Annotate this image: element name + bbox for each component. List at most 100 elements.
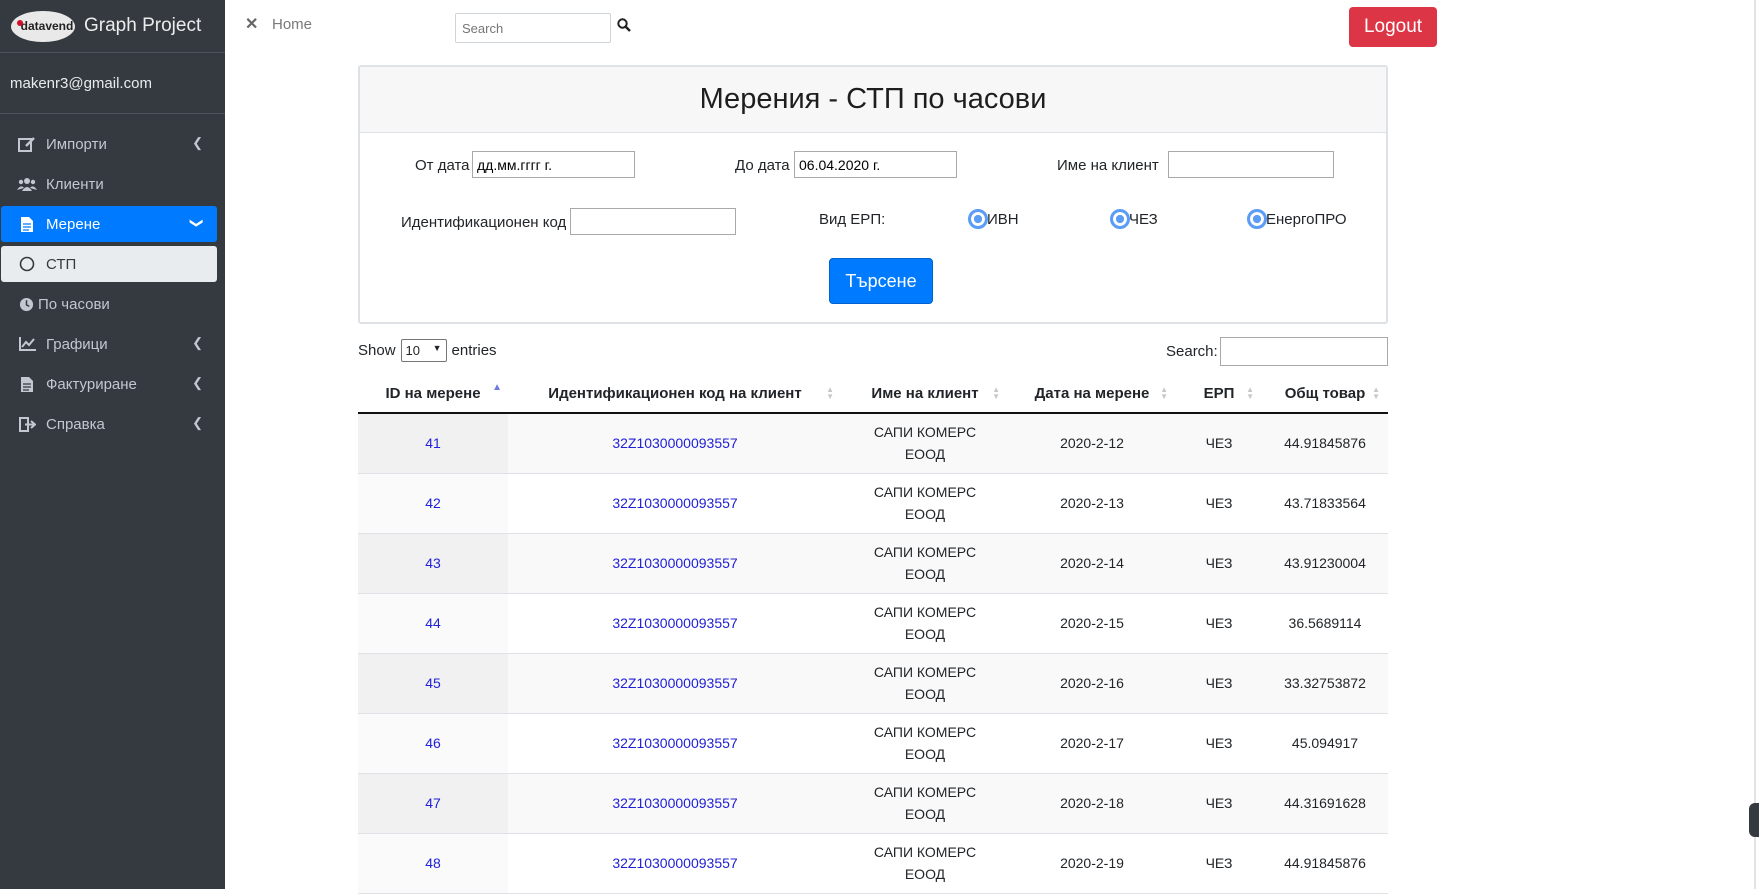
table-row: 42 32Z1030000093557 САПИ КОМЕРС ЕООД 202…	[358, 473, 1388, 534]
sidebar-item-label: По часови	[38, 295, 110, 313]
client-code-link[interactable]: 32Z1030000093557	[612, 495, 737, 511]
sidebar-item-label: Фактуриране	[46, 375, 137, 393]
measurement-id-link[interactable]: 44	[425, 615, 441, 631]
edit-icon	[16, 135, 38, 153]
column-header-label: ID на мерене	[385, 385, 481, 402]
measurement-id-link[interactable]: 43	[425, 555, 441, 571]
close-icon[interactable]: ✕	[245, 14, 258, 34]
cell-code: 32Z1030000093557	[508, 413, 842, 474]
column-header-label: Идентификационен код на клиент	[548, 385, 802, 402]
brand-logo: datavend	[11, 10, 75, 42]
from-date-label: От дата	[415, 157, 470, 174]
sort-icon: ▲ ▼	[1246, 385, 1254, 401]
cell-id: 47	[358, 773, 508, 834]
side-widget-tab[interactable]	[1749, 803, 1759, 837]
erp-radio-chez-label: ЧЕЗ	[1129, 211, 1158, 228]
measurement-id-link[interactable]: 48	[425, 855, 441, 871]
table-row: 41 32Z1030000093557 САПИ КОМЕРС ЕООД 202…	[358, 413, 1388, 474]
sidebar-item-hourly[interactable]: По часови	[1, 286, 217, 322]
sidebar-item-clients[interactable]: Клиенти	[1, 166, 217, 202]
chevron-left-icon: ❮	[192, 415, 203, 430]
cell-total: 43.71833564	[1262, 473, 1388, 534]
sidebar-item-report[interactable]: Справка ❮	[1, 406, 217, 442]
cell-erp: ЧЕЗ	[1176, 533, 1262, 594]
search-input[interactable]	[455, 13, 611, 43]
page-length-select[interactable]: 10 ▼	[400, 339, 447, 362]
cell-erp: ЧЕЗ	[1176, 413, 1262, 474]
chevron-left-icon: ❮	[192, 135, 203, 150]
cell-id: 46	[358, 713, 508, 774]
cell-erp: ЧЕЗ	[1176, 773, 1262, 834]
column-header-date[interactable]: Дата на мерене ▲ ▼	[1008, 375, 1176, 414]
from-date-field[interactable]	[472, 151, 635, 178]
column-header-label: Общ товар	[1284, 385, 1366, 402]
sidebar-item-stp[interactable]: СТП	[1, 246, 217, 282]
sidebar-item-label: Справка	[46, 415, 105, 433]
to-date-field[interactable]	[794, 151, 957, 178]
sidebar-item-label: Импорти	[46, 135, 107, 153]
erp-radio-energopro[interactable]	[1247, 209, 1267, 229]
cell-date: 2020-2-16	[1008, 653, 1176, 714]
erp-radio-chez[interactable]	[1110, 209, 1130, 229]
cell-code: 32Z1030000093557	[508, 833, 842, 894]
client-name-field[interactable]	[1168, 151, 1334, 178]
erp-radio-ivn[interactable]	[968, 209, 988, 229]
sidebar-item-measurement[interactable]: Мерене ❮	[1, 206, 217, 242]
column-header-client[interactable]: Име на клиент ▲ ▼	[842, 375, 1008, 414]
chevron-left-icon: ❮	[192, 375, 203, 390]
cell-code: 32Z1030000093557	[508, 773, 842, 834]
column-header-total[interactable]: Общ товар ▲ ▼	[1262, 375, 1388, 414]
search-icon[interactable]	[617, 18, 633, 34]
client-code-link[interactable]: 32Z1030000093557	[612, 555, 737, 571]
page-scrollbar-track[interactable]	[1754, 0, 1756, 889]
measurement-id-link[interactable]: 41	[425, 435, 441, 451]
home-link[interactable]: Home	[272, 16, 312, 33]
client-code-link[interactable]: 32Z1030000093557	[612, 855, 737, 871]
user-email[interactable]: makenr3@gmail.com	[10, 75, 152, 92]
column-header-code[interactable]: Идентификационен код на клиент ▲ ▼	[508, 375, 842, 414]
client-name-text: САПИ КОМЕРС ЕООД	[873, 724, 977, 762]
column-header-id[interactable]: ID на мерене ▲	[358, 375, 508, 414]
topbar: ✕ Home Logout	[225, 0, 1759, 56]
table-search-input[interactable]	[1220, 337, 1388, 366]
sidebar-item-invoicing[interactable]: Фактуриране ❮	[1, 366, 217, 402]
sidebar-item-charts[interactable]: Графици ❮	[1, 326, 217, 362]
client-name-text: САПИ КОМЕРС ЕООД	[873, 664, 977, 702]
sidebar-item-imports[interactable]: Импорти ❮	[1, 126, 217, 162]
cell-client: САПИ КОМЕРС ЕООД	[842, 653, 1008, 714]
erp-radio-energopro-label: ЕнергоПРО	[1266, 211, 1347, 228]
file-icon	[16, 215, 38, 233]
measurement-id-link[interactable]: 47	[425, 795, 441, 811]
id-code-field[interactable]	[570, 208, 736, 235]
measurements-table: ID на мерене ▲ Идентификационен код на кл…	[358, 375, 1388, 894]
client-code-link[interactable]: 32Z1030000093557	[612, 735, 737, 751]
file-icon	[16, 375, 38, 393]
cell-client: САПИ КОМЕРС ЕООД	[842, 833, 1008, 894]
users-icon	[16, 175, 38, 193]
cell-date: 2020-2-19	[1008, 833, 1176, 894]
page-length-control: Show 10 ▼ entries	[358, 339, 497, 362]
table-row: 45 32Z1030000093557 САПИ КОМЕРС ЕООД 202…	[358, 653, 1388, 714]
measurement-id-link[interactable]: 46	[425, 735, 441, 751]
client-code-link[interactable]: 32Z1030000093557	[612, 675, 737, 691]
measurement-id-link[interactable]: 45	[425, 675, 441, 691]
client-name-text: САПИ КОМЕРС ЕООД	[873, 784, 977, 822]
brand-link[interactable]: datavend Graph Project	[0, 0, 225, 53]
cell-id: 41	[358, 413, 508, 474]
column-header-erp[interactable]: ЕРП ▲ ▼	[1176, 375, 1262, 414]
logout-button[interactable]: Logout	[1349, 7, 1437, 47]
measurement-id-link[interactable]: 42	[425, 495, 441, 511]
search-submit-button[interactable]: Търсене	[829, 258, 933, 304]
client-code-link[interactable]: 32Z1030000093557	[612, 795, 737, 811]
chevron-left-icon: ❮	[192, 335, 203, 350]
client-code-link[interactable]: 32Z1030000093557	[612, 435, 737, 451]
client-name-text: САПИ КОМЕРС ЕООД	[873, 844, 977, 882]
client-code-link[interactable]: 32Z1030000093557	[612, 615, 737, 631]
to-date-label: До дата	[735, 157, 790, 174]
entries-label: entries	[451, 342, 497, 359]
erp-radio-ivn-label: ИВН	[987, 211, 1019, 228]
cell-date: 2020-2-14	[1008, 533, 1176, 594]
cell-client: САПИ КОМЕРС ЕООД	[842, 593, 1008, 654]
sidebar: datavend Graph Project makenr3@gmail.com…	[0, 0, 225, 889]
user-panel[interactable]: makenr3@gmail.com	[0, 53, 225, 114]
